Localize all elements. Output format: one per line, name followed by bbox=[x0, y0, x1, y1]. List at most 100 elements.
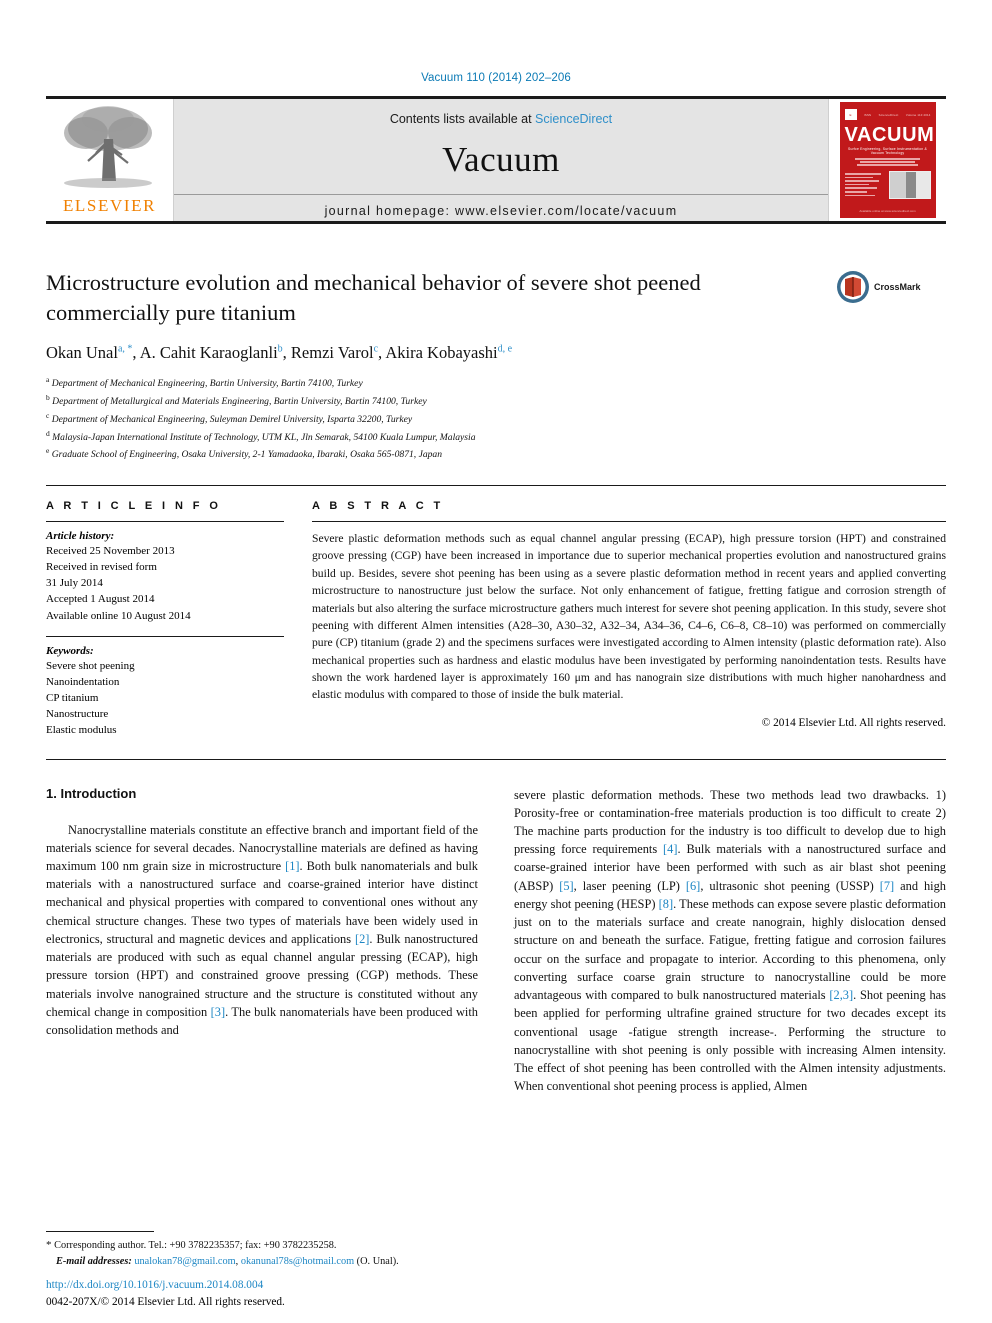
abstract-rule bbox=[312, 520, 946, 522]
paragraph-intro-left: Nanocrystalline materials constitute an … bbox=[46, 821, 478, 1040]
page-title: Microstructure evolution and mechanical … bbox=[46, 270, 701, 325]
body-divider bbox=[46, 758, 946, 760]
author-affil-mark: d, e bbox=[497, 343, 513, 355]
cover-contents-lines bbox=[844, 171, 885, 199]
email-link-secondary[interactable]: okanunal78s@hotmail.com bbox=[241, 1256, 354, 1267]
crossmark-badge[interactable]: CrossMark bbox=[836, 270, 946, 304]
history-item: Available online 10 August 2014 bbox=[46, 609, 191, 622]
affiliation-mark: c bbox=[46, 410, 50, 420]
affiliation-text: Department of Metallurgical and Material… bbox=[52, 396, 427, 408]
body-columns: 1. Introduction Nanocrystalline material… bbox=[46, 786, 946, 1096]
keyword-item: Nanoindentation bbox=[46, 675, 120, 688]
affiliation-mark: e bbox=[46, 446, 50, 456]
article-info-column: A R T I C L E I N F O Article history: R… bbox=[46, 500, 284, 739]
abstract-column: A B S T R A C T Severe plastic deformati… bbox=[312, 500, 946, 739]
citation-ref[interactable]: [6] bbox=[686, 879, 700, 893]
cover-publisher-mark: E bbox=[844, 109, 857, 120]
sciencedirect-link[interactable]: ScienceDirect bbox=[535, 112, 612, 126]
email-line: E-mail addresses: unalokan78@gmail.com, … bbox=[46, 1254, 466, 1269]
author-list: Okan Unala, *, A. Cahit Karaoglanlib, Re… bbox=[46, 343, 513, 363]
affiliation-item: a Department of Mechanical Engineering, … bbox=[46, 374, 946, 392]
email-label: E-mail addresses: bbox=[56, 1255, 132, 1267]
keyword-item: CP titanium bbox=[46, 692, 99, 705]
journal-homepage-link[interactable]: journal homepage: www.elsevier.com/locat… bbox=[325, 204, 678, 218]
cover-title: VACUUM bbox=[844, 124, 935, 146]
cover-body bbox=[844, 170, 931, 199]
text-run: . These methods can expose severe plasti… bbox=[514, 896, 946, 1003]
body-column-left: 1. Introduction Nanocrystalline material… bbox=[46, 786, 478, 1096]
info-abstract-row: A R T I C L E I N F O Article history: R… bbox=[46, 500, 946, 739]
keywords-list: Severe shot peening Nanoindentation CP t… bbox=[46, 658, 284, 739]
journal-title: Vacuum bbox=[442, 140, 560, 179]
citation-ref[interactable]: [3] bbox=[211, 1005, 225, 1019]
footnote-rule bbox=[46, 1231, 154, 1233]
author-affil-mark: c bbox=[373, 343, 379, 355]
running-head: Vacuum 110 (2014) 202–206 bbox=[421, 72, 571, 84]
author-affil-mark: b bbox=[277, 343, 283, 355]
author-name: A. Cahit Karaoglanli bbox=[139, 343, 278, 363]
title-block: CrossMark Microstructure evolution and m… bbox=[46, 268, 946, 463]
article-page: Vacuum 110 (2014) 202–206 ELSEVIER Conte… bbox=[0, 0, 992, 1323]
footnote-block: * Corresponding author. Tel.: +90 378223… bbox=[46, 1231, 466, 1269]
crossmark-icon bbox=[837, 271, 869, 303]
article-history-list: Received 25 November 2013 Received in re… bbox=[46, 543, 284, 624]
email-owner: (O. Unal). bbox=[354, 1255, 399, 1267]
affiliation-mark: a bbox=[46, 375, 50, 385]
author-name: Remzi Varol bbox=[290, 343, 374, 363]
abstract-heading: A B S T R A C T bbox=[312, 499, 444, 512]
doi-footer: http://dx.doi.org/10.1016/j.vacuum.2014.… bbox=[46, 1277, 285, 1311]
cover-photo bbox=[888, 170, 931, 199]
citation-ref[interactable]: [2,3] bbox=[829, 988, 853, 1002]
keyword-item: Elastic modulus bbox=[46, 724, 117, 737]
citation-ref[interactable]: [5] bbox=[559, 879, 573, 893]
crossmark-label: CrossMark bbox=[874, 282, 921, 292]
abstract-text: Severe plastic deformation methods such … bbox=[312, 531, 946, 702]
cover-top-mid: ScienceDirect bbox=[878, 112, 899, 117]
section-heading-introduction: 1. Introduction bbox=[46, 785, 137, 801]
masthead-divider bbox=[174, 194, 828, 195]
abstract-copyright: © 2014 Elsevier Ltd. All rights reserved… bbox=[761, 716, 946, 729]
info-section-divider bbox=[46, 484, 946, 486]
affiliation-mark: d bbox=[46, 428, 50, 438]
issn-copyright-line: 0042-207X/© 2014 Elsevier Ltd. All right… bbox=[46, 1296, 285, 1309]
affiliation-text: Malaysia-Japan International Institute o… bbox=[52, 431, 476, 443]
cover-top-right: Volume 110 2014 bbox=[905, 112, 931, 117]
affiliation-text: Department of Mechanical Engineering, Su… bbox=[51, 414, 413, 425]
affiliation-item: e Graduate School of Engineering, Osaka … bbox=[46, 445, 946, 463]
elsevier-wordmark: ELSEVIER bbox=[62, 196, 157, 215]
article-info-heading: A R T I C L E I N F O bbox=[46, 499, 222, 512]
history-item: 31 July 2014 bbox=[46, 577, 103, 590]
affiliation-item: b Department of Metallurgical and Materi… bbox=[46, 392, 946, 410]
affiliation-text: Graduate School of Engineering, Osaka Un… bbox=[51, 449, 443, 461]
cover-top-left: ISSN bbox=[863, 112, 872, 117]
affiliation-item: c Department of Mechanical Engineering, … bbox=[46, 410, 946, 428]
paragraph-intro-right: severe plastic deformation methods. Thes… bbox=[514, 786, 946, 1096]
history-item: Received in revised form bbox=[46, 561, 157, 574]
keywords-label: Keywords: bbox=[46, 644, 94, 657]
citation-ref[interactable]: [4] bbox=[663, 842, 677, 856]
article-info-rule bbox=[46, 520, 284, 522]
affiliation-text: Department of Mechanical Engineering, Ba… bbox=[51, 378, 363, 390]
cover-top-row: E ISSN ScienceDirect Volume 110 2014 bbox=[844, 108, 931, 121]
email-link-primary[interactable]: unalokan78@gmail.com bbox=[134, 1256, 235, 1267]
keyword-item: Severe shot peening bbox=[46, 659, 135, 672]
history-item: Accepted 1 August 2014 bbox=[46, 593, 155, 606]
corresponding-author-note: * Corresponding author. Tel.: +90 378223… bbox=[46, 1237, 466, 1269]
doi-link[interactable]: http://dx.doi.org/10.1016/j.vacuum.2014.… bbox=[46, 1277, 285, 1294]
author-affil-mark: a, * bbox=[117, 343, 133, 355]
citation-ref[interactable]: [7] bbox=[880, 879, 894, 893]
journal-cover-thumbnail[interactable]: E ISSN ScienceDirect Volume 110 2014 VAC… bbox=[828, 99, 946, 221]
cover-footer: Available online at www.sciencedirect.co… bbox=[859, 209, 916, 213]
masthead-center: Contents lists available at ScienceDirec… bbox=[174, 99, 828, 221]
keywords-block: Keywords: Severe shot peening Nanoindent… bbox=[46, 635, 284, 739]
citation-ref[interactable]: [1] bbox=[285, 859, 299, 873]
contents-prefix: Contents lists available at bbox=[389, 112, 536, 126]
citation-ref[interactable]: [8] bbox=[659, 897, 673, 911]
cover-art: E ISSN ScienceDirect Volume 110 2014 VAC… bbox=[839, 102, 936, 218]
citation-ref[interactable]: [2] bbox=[355, 932, 369, 946]
text-run: . Shot peening has been applied for perf… bbox=[514, 988, 946, 1094]
author-name: Okan Unal bbox=[46, 343, 118, 363]
affiliation-list: a Department of Mechanical Engineering, … bbox=[46, 374, 946, 463]
cover-subtitle: Surfce Engineering, Surface Instrumentat… bbox=[848, 147, 927, 155]
cover-decorative-lines bbox=[845, 158, 931, 166]
